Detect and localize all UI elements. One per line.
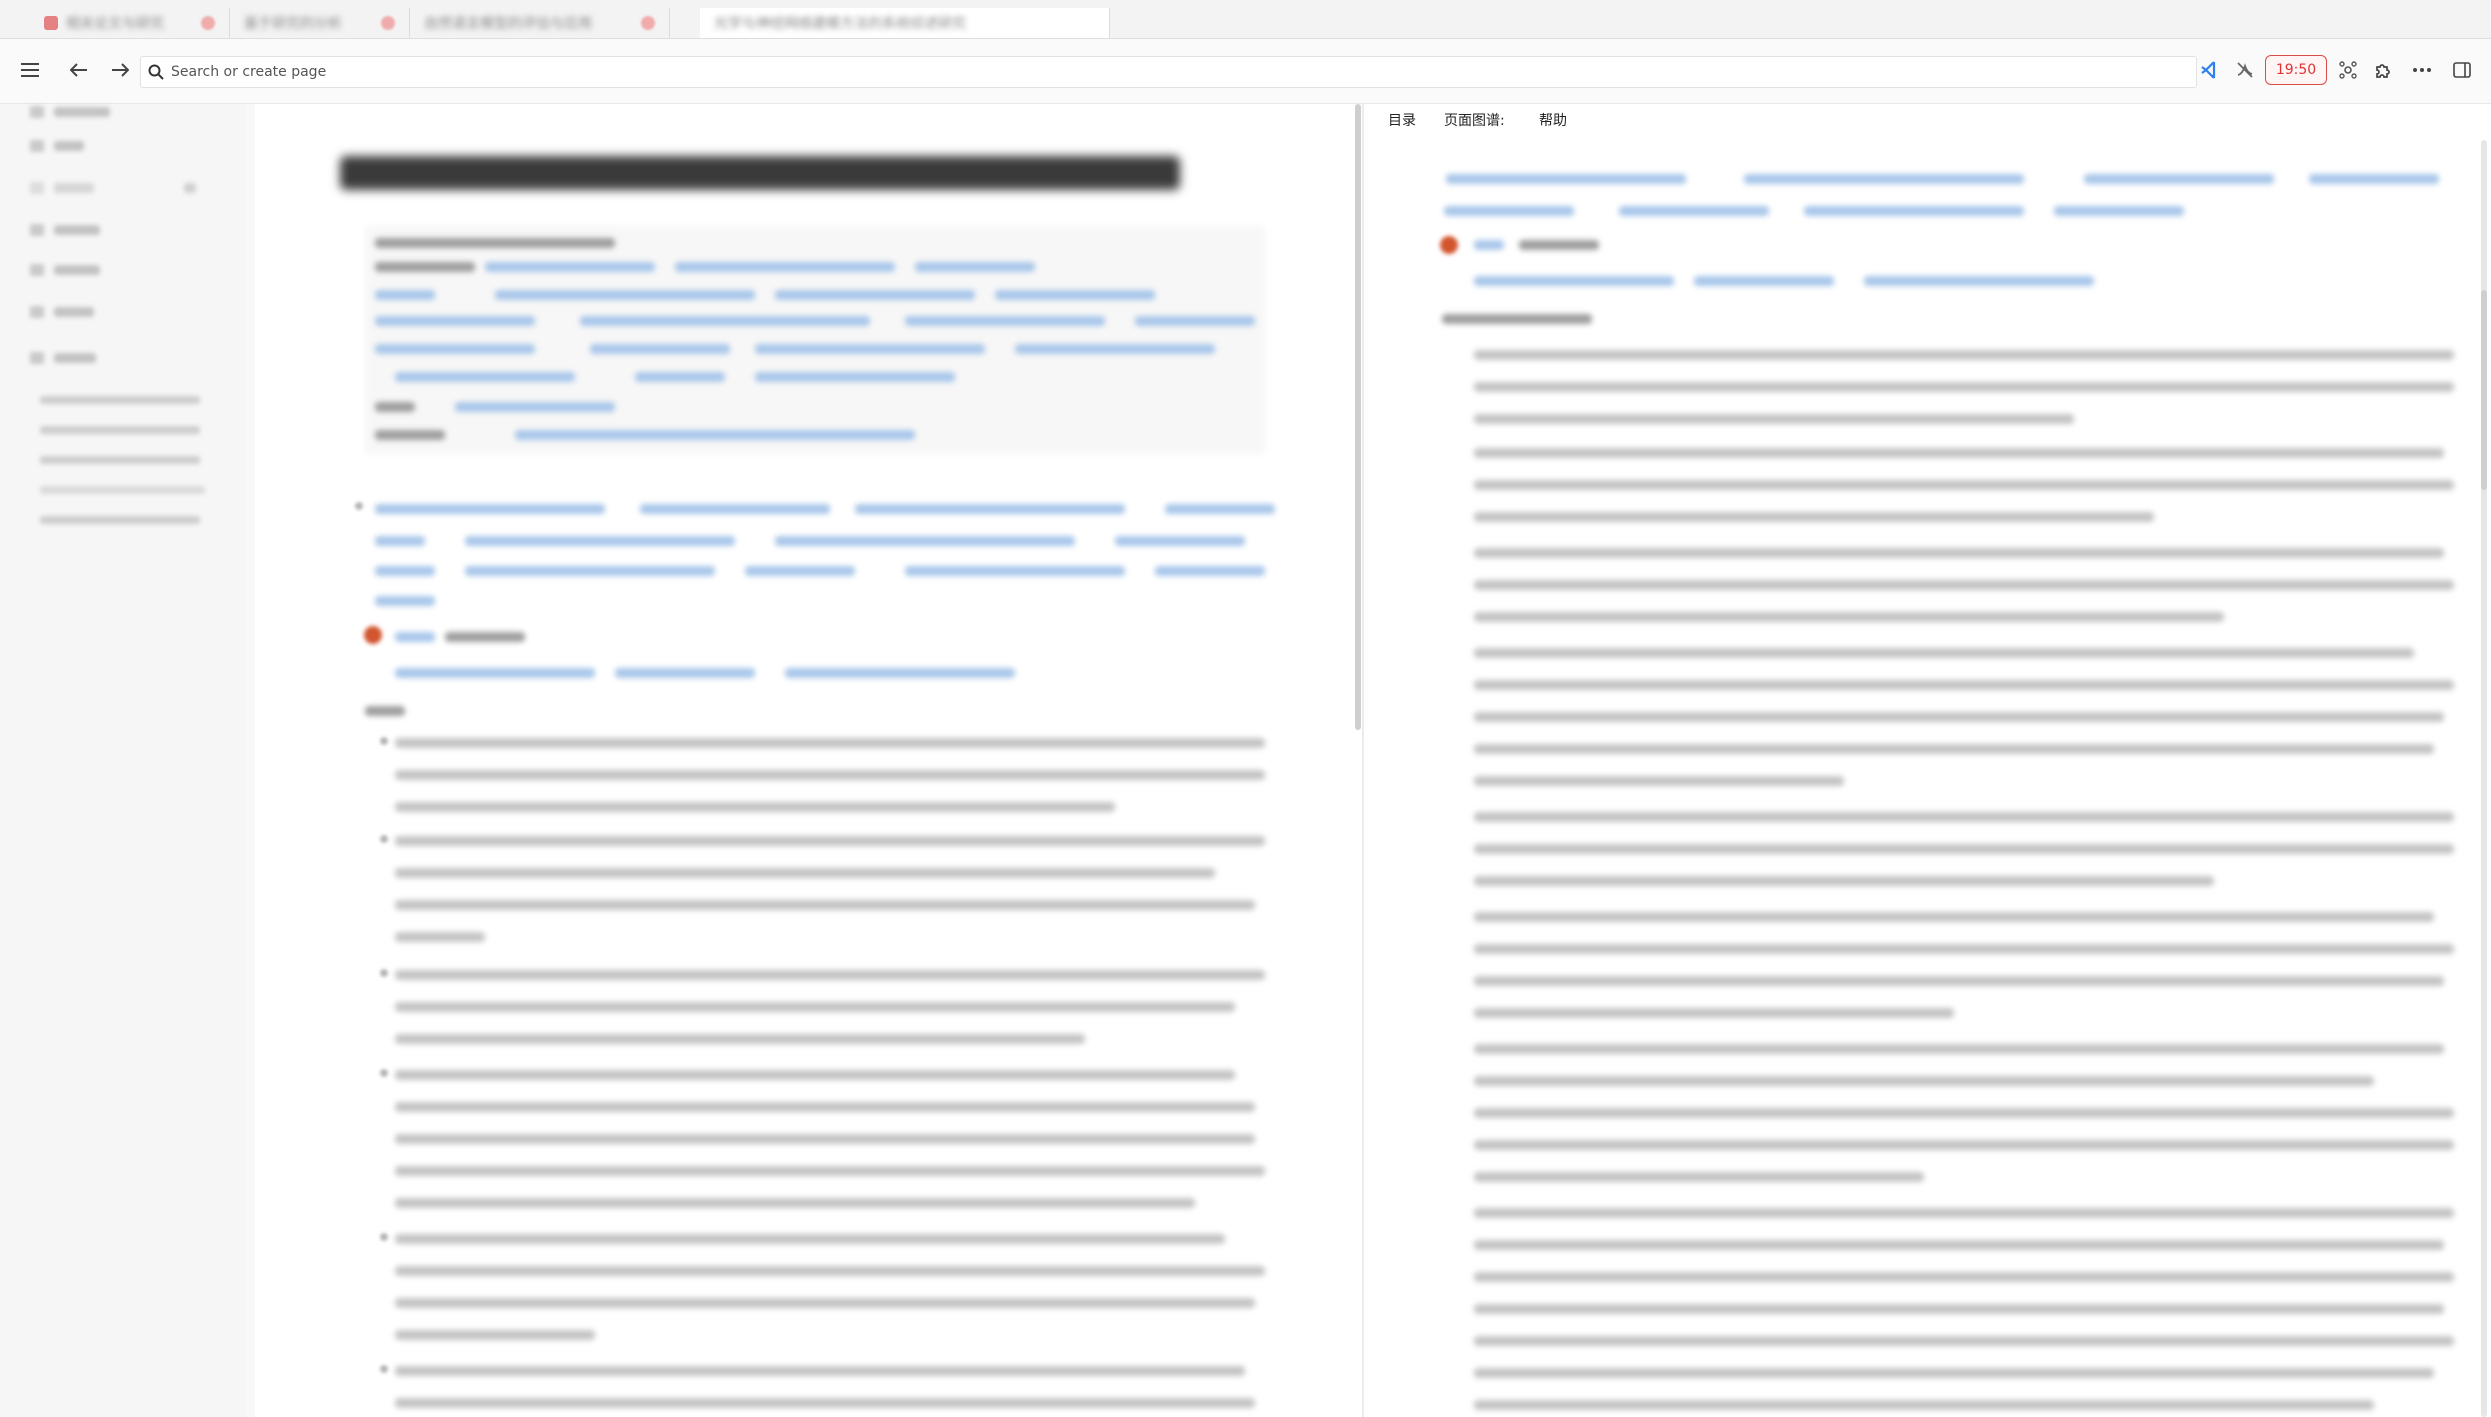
search-icon bbox=[141, 64, 171, 80]
sidebar-recent-item[interactable] bbox=[40, 426, 200, 434]
page-properties[interactable] bbox=[365, 226, 1265, 454]
menu-icon[interactable] bbox=[15, 55, 45, 85]
sidebar-item[interactable] bbox=[30, 104, 110, 120]
browser-tab[interactable]: 基于研究的分析 bbox=[230, 8, 410, 38]
search-input[interactable]: Search or create page bbox=[140, 56, 2197, 88]
tab-help[interactable]: 帮助 bbox=[1539, 110, 1567, 130]
tab-title: 自然语言模型的评估与应用 bbox=[424, 16, 592, 32]
browser-tab[interactable]: 自然语言模型的评估与应用 bbox=[410, 8, 670, 38]
vscode-icon[interactable] bbox=[2195, 55, 2225, 85]
graph-icon[interactable] bbox=[2333, 55, 2363, 85]
sync-off-icon[interactable] bbox=[2230, 55, 2260, 85]
sidebar-item[interactable] bbox=[30, 222, 100, 238]
left-sidebar bbox=[0, 104, 245, 1417]
sidebar-recent-item[interactable] bbox=[40, 516, 200, 524]
close-icon[interactable] bbox=[201, 16, 215, 30]
tab-title: 光学与神经网络建模方法的系统综述研究 bbox=[714, 16, 966, 32]
forward-arrow-icon[interactable] bbox=[105, 55, 135, 85]
close-icon[interactable] bbox=[641, 16, 655, 30]
sidebar-toggle-icon[interactable] bbox=[2447, 55, 2477, 85]
author-avatar bbox=[1440, 236, 1458, 254]
tab-title: 基于研究的分析 bbox=[244, 16, 342, 32]
panel-scrollbar-thumb[interactable] bbox=[2481, 290, 2487, 490]
search-placeholder: Search or create page bbox=[171, 64, 327, 80]
tab-toc[interactable]: 目录 bbox=[1388, 110, 1416, 130]
tab-page-graph[interactable]: 页面图谱: bbox=[1444, 110, 1505, 130]
right-panel: 目录 页面图谱: 帮助 bbox=[1364, 104, 2491, 1417]
sidebar-item[interactable] bbox=[30, 180, 196, 196]
main-document bbox=[255, 104, 1355, 1417]
tab-strip: 相关论文与研究 基于研究的分析 自然语言模型的评估与应用 光学与神经网络建模方法… bbox=[0, 0, 2491, 39]
sidebar-item[interactable] bbox=[30, 138, 84, 154]
toolbar: Search or create page 19:50 bbox=[0, 39, 2491, 104]
sidebar-recent-item[interactable] bbox=[40, 486, 205, 494]
tab-favicon-icon bbox=[44, 16, 58, 30]
sidebar-gutter bbox=[245, 104, 255, 1417]
sidebar-item[interactable] bbox=[30, 304, 94, 320]
tab-title: 相关论文与研究 bbox=[66, 16, 164, 32]
more-icon[interactable] bbox=[2407, 55, 2437, 85]
pomodoro-timer[interactable]: 19:50 bbox=[2265, 55, 2327, 85]
author-avatar bbox=[364, 626, 382, 644]
back-arrow-icon[interactable] bbox=[64, 55, 94, 85]
sidebar-recent-item[interactable] bbox=[40, 456, 200, 464]
close-icon[interactable] bbox=[381, 16, 395, 30]
sidebar-item[interactable] bbox=[30, 262, 100, 278]
sidebar-item[interactable] bbox=[30, 350, 96, 366]
browser-tab[interactable]: 相关论文与研究 bbox=[30, 8, 230, 38]
browser-tab[interactable]: 光学与神经网络建模方法的系统综述研究 bbox=[700, 8, 1110, 38]
document-scrollbar[interactable] bbox=[1355, 104, 1361, 730]
sidebar-recent-item[interactable] bbox=[40, 396, 200, 404]
puzzle-icon[interactable] bbox=[2368, 55, 2398, 85]
page-title[interactable] bbox=[340, 156, 1180, 190]
